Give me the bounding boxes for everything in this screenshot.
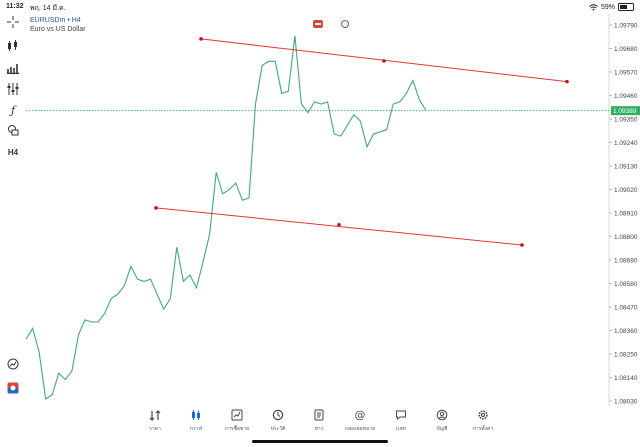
price-label: 1.08360: [614, 328, 638, 335]
quotes-icon: [135, 408, 175, 422]
tab-trade[interactable]: การซื้อขาย: [217, 408, 257, 433]
tab-news[interactable]: ข่าว: [299, 408, 339, 433]
lower-trendline-anchor[interactable]: [520, 243, 524, 247]
current-price-label: 1.09389: [613, 108, 637, 115]
tab-label: แชท: [396, 426, 406, 432]
home-indicator: [252, 440, 388, 443]
tab-label: บัญชี: [436, 426, 448, 432]
svg-text:@: @: [355, 409, 366, 421]
tab-quotes[interactable]: ราคา: [135, 408, 175, 433]
account-icon: [422, 408, 462, 422]
news-icon: [299, 408, 339, 422]
price-label: 1.09240: [614, 140, 638, 147]
chart-icon: [176, 408, 216, 422]
price-label: 1.09020: [614, 187, 638, 194]
tab-history[interactable]: ประวัติ: [258, 408, 298, 433]
lower-trendline-anchor[interactable]: [154, 206, 158, 210]
tab-label: การตั้งค่า: [472, 426, 494, 432]
tab-label: ประวัติ: [270, 426, 286, 432]
price-label: 1.08250: [614, 351, 638, 358]
price-label: 1.08910: [614, 210, 638, 217]
tab-mailbox[interactable]: @ กล่องจดหมาย: [340, 408, 380, 433]
price-label: 1.08580: [614, 281, 638, 288]
price-label: 1.08140: [614, 375, 638, 382]
price-label: 1.09680: [614, 46, 638, 53]
mailbox-icon: @: [340, 408, 380, 422]
price-label: 1.08800: [614, 234, 638, 241]
tab-label: ราคา: [149, 426, 161, 432]
price-label: 1.09130: [614, 163, 638, 170]
tab-chart[interactable]: กราฟ: [176, 408, 216, 433]
upper-trendline-anchor[interactable]: [382, 59, 386, 63]
upper-trendline-anchor[interactable]: [565, 79, 569, 84]
price-label: 1.08470: [614, 304, 638, 311]
price-label: 1.09350: [614, 116, 638, 123]
tab-label: ข่าว: [314, 426, 324, 432]
tab-settings[interactable]: การตั้งค่า: [463, 408, 503, 433]
price-label: 1.08030: [614, 398, 638, 405]
price-label: 1.09570: [614, 69, 638, 76]
tab-label: กล่องจดหมาย: [344, 426, 376, 432]
upper-trendline-anchor[interactable]: [199, 37, 203, 41]
price-series-line: [25, 35, 427, 400]
history-icon: [258, 408, 298, 422]
tab-label: กราฟ: [189, 426, 203, 432]
price-label: 1.08690: [614, 257, 638, 264]
tab-chat[interactable]: แชท: [381, 408, 421, 433]
price-chart[interactable]: 1.09790 1.09680 1.09570 1.09460 1.09350 1.092…: [0, 0, 640, 406]
tab-account[interactable]: บัญชี: [422, 408, 462, 433]
trade-icon: [217, 408, 257, 422]
lower-trendline-anchor[interactable]: [337, 222, 341, 227]
tab-label: การซื้อขาย: [224, 426, 250, 432]
settings-icon: [463, 408, 503, 422]
chat-icon: [381, 408, 421, 422]
price-label: 1.09460: [614, 93, 638, 100]
price-label: 1.09790: [614, 22, 638, 29]
